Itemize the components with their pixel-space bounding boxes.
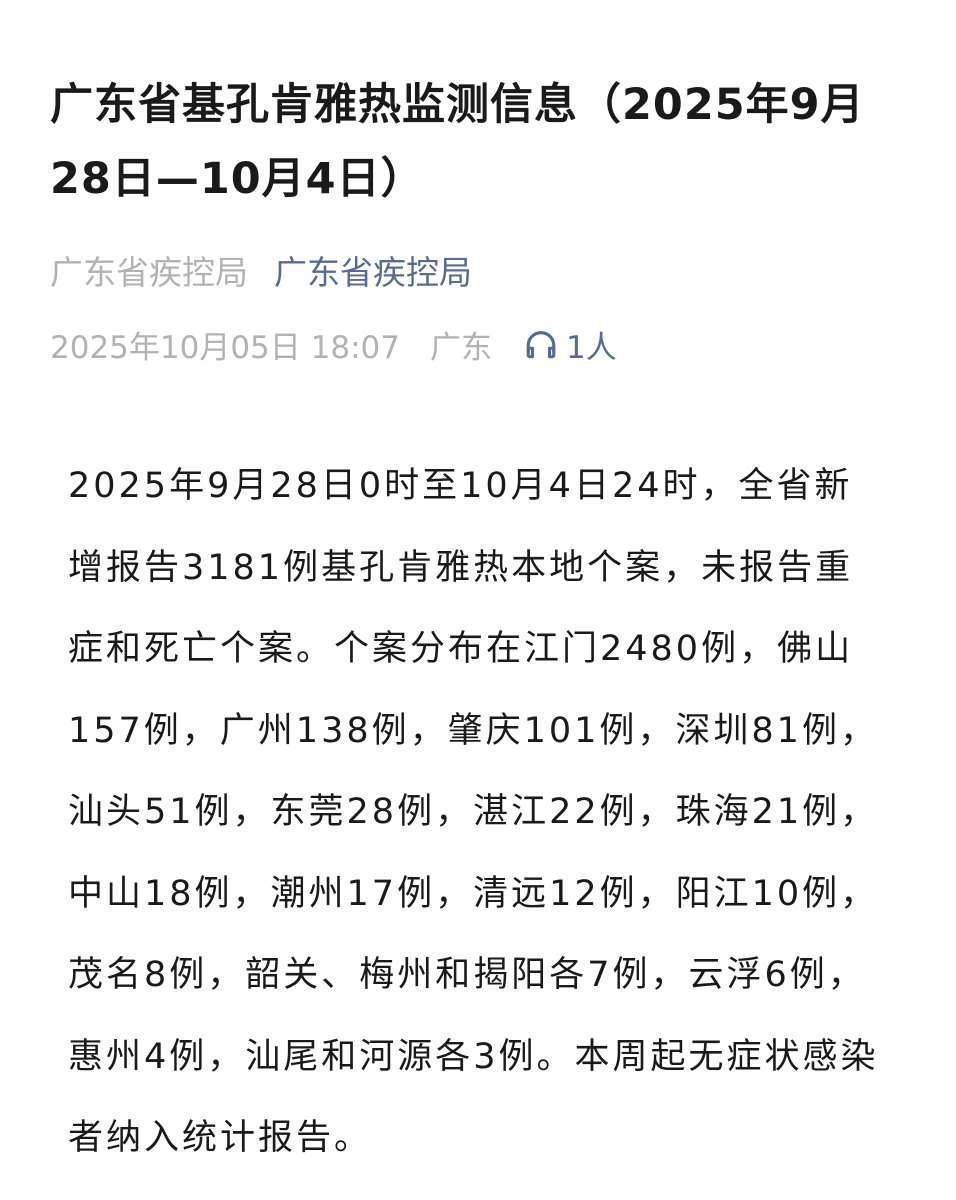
- publish-location: 广东: [429, 329, 492, 366]
- article-author: 广东省疾控局: [50, 253, 248, 292]
- article-body: 2025年9月28日0时至10月4日24时，全省新增报告3181例基孔肯雅热本地…: [68, 466, 879, 1158]
- headphones-icon: [524, 327, 566, 361]
- listen-count: 1人: [565, 329, 617, 366]
- account-name-link[interactable]: 广东省疾控局: [274, 246, 472, 294]
- source-row: 广东省疾控局 广东省疾控局: [50, 242, 472, 298]
- article-title: 广东省基孔肯雅热监测信息（2025年9月28日—10月4日）: [50, 80, 865, 204]
- listen-button[interactable]: 1人: [524, 322, 617, 367]
- publish-time: 2025年10月05日 18:07: [50, 329, 400, 366]
- article-container: 广东省基孔肯雅热监测信息（2025年9月28日—10月4日） 广东省疾控局 广东…: [0, 0, 956, 1200]
- meta-row: 2025年10月05日 18:07 广东 1人: [50, 316, 617, 372]
